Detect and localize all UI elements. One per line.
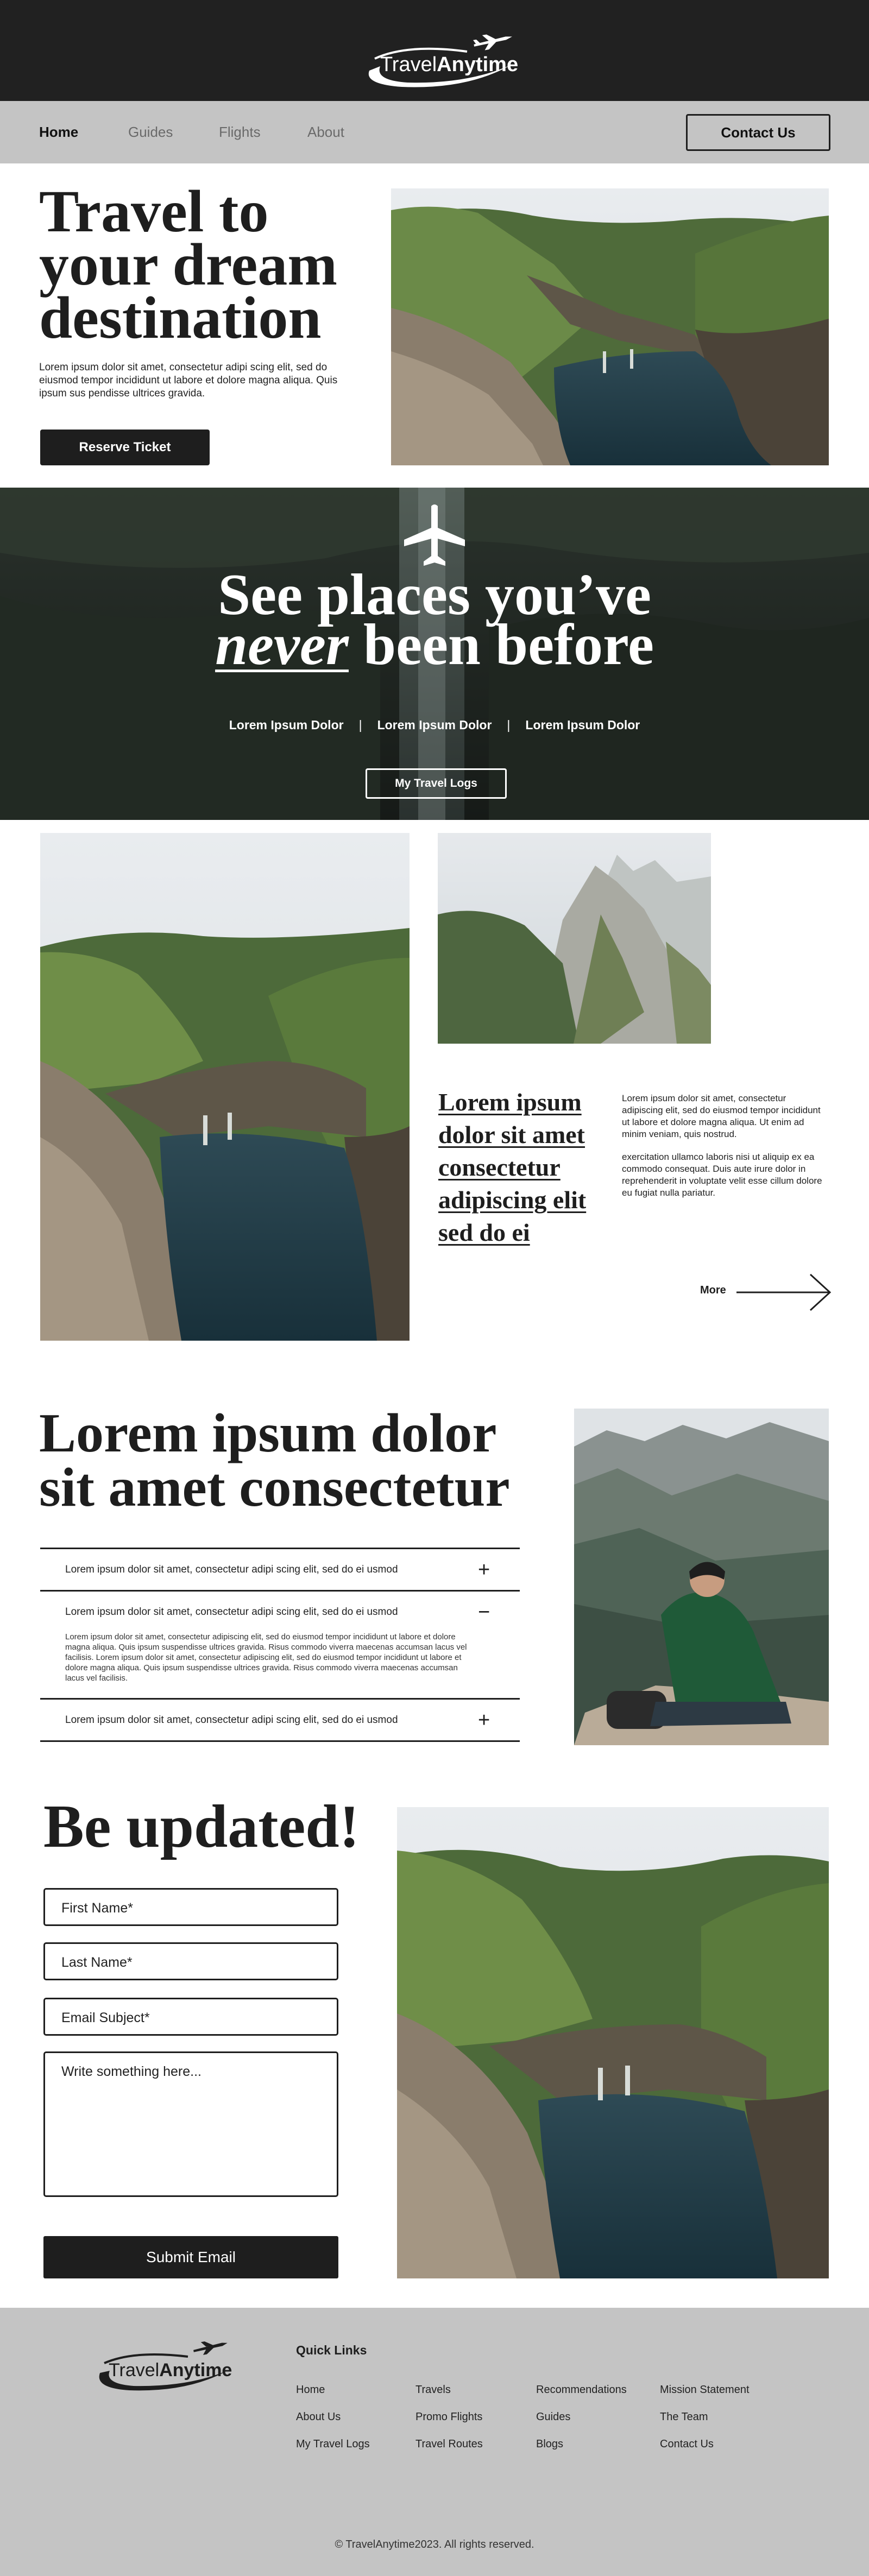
footer-link[interactable]: About Us bbox=[296, 2411, 341, 2423]
my-travel-logs-button[interactable]: My Travel Logs bbox=[366, 768, 507, 799]
airplane-icon bbox=[193, 2341, 228, 2355]
airplane-icon bbox=[404, 504, 465, 566]
footer-link[interactable]: Mission Statement bbox=[660, 2384, 750, 2396]
hero-title: Travel to your dream destination bbox=[39, 178, 337, 351]
faq-divider bbox=[40, 1590, 520, 1592]
hero-landscape-image bbox=[391, 188, 829, 465]
footer-link[interactable]: Home bbox=[296, 2384, 325, 2396]
form-canyon-image bbox=[397, 1807, 829, 2278]
more-link[interactable]: More bbox=[700, 1284, 726, 1297]
faq-question[interactable]: Lorem ipsum dolor sit amet, consectetur … bbox=[65, 1564, 398, 1576]
nav-home[interactable]: Home bbox=[39, 124, 78, 141]
minus-icon[interactable]: − bbox=[478, 1602, 490, 1622]
footer-link[interactable]: Recommendations bbox=[536, 2384, 627, 2396]
banner-link-3[interactable]: Lorem Ipsum Dolor bbox=[525, 718, 640, 732]
contact-us-button[interactable]: Contact Us bbox=[686, 114, 830, 151]
reserve-ticket-button[interactable]: Reserve Ticket bbox=[40, 430, 210, 465]
message-textarea[interactable]: Write something here... bbox=[43, 2051, 338, 2197]
banner-link-2[interactable]: Lorem Ipsum Dolor bbox=[377, 718, 492, 732]
submit-email-button[interactable]: Submit Email bbox=[43, 2236, 338, 2278]
faq-divider bbox=[40, 1698, 520, 1700]
footer-link[interactable]: Guides bbox=[536, 2411, 570, 2423]
banner-title: See places you’ve never been before bbox=[215, 563, 654, 677]
brand-name: TravelAnytime bbox=[109, 2360, 232, 2381]
plus-icon[interactable]: + bbox=[478, 1560, 490, 1580]
faq-question[interactable]: Lorem ipsum dolor sit amet, consectetur … bbox=[65, 1714, 398, 1726]
plus-icon[interactable]: + bbox=[478, 1710, 490, 1731]
faq-answer: Lorem ipsum dolor sit amet, consectetur … bbox=[65, 1632, 467, 1683]
top-header: TravelAnytime bbox=[0, 0, 869, 101]
quick-links-title: Quick Links bbox=[296, 2343, 367, 2357]
hero-description: Lorem ipsum dolor sit amet, consectetur … bbox=[39, 362, 338, 399]
airplane-icon bbox=[473, 34, 512, 50]
footer-brand-logo[interactable]: TravelAnytime bbox=[90, 2340, 232, 2395]
faq-divider bbox=[40, 1740, 520, 1742]
copyright-text: © TravelAnytime2023. All rights reserved… bbox=[335, 2539, 534, 2550]
feature-text: Lorem ipsum dolor sit amet, consectetur … bbox=[622, 1093, 822, 1198]
brand-logo[interactable]: TravelAnytime bbox=[358, 33, 519, 92]
banner-links: Lorem Ipsum Dolor | Lorem Ipsum Dolor | Lore… bbox=[229, 718, 640, 732]
email-subject-field[interactable]: Email Subject* bbox=[43, 1998, 338, 2036]
banner-title-emphasis: never bbox=[215, 613, 349, 677]
footer-link[interactable]: Travel Routes bbox=[415, 2438, 483, 2451]
footer-link[interactable]: Travels bbox=[415, 2384, 451, 2396]
faq-divider bbox=[40, 1548, 520, 1549]
main-nav: Home Guides Flights About Contact Us bbox=[0, 101, 869, 163]
nav-about[interactable]: About bbox=[307, 124, 344, 141]
faq-heading: Lorem ipsum dolor sit amet consectetur bbox=[39, 1403, 510, 1518]
footer-link[interactable]: Contact Us bbox=[660, 2438, 714, 2451]
faq-question[interactable]: Lorem ipsum dolor sit amet, consectetur … bbox=[65, 1606, 398, 1618]
footer-link[interactable]: The Team bbox=[660, 2411, 708, 2423]
nav-guides[interactable]: Guides bbox=[128, 124, 173, 141]
footer-link[interactable]: Promo Flights bbox=[415, 2411, 482, 2423]
footer-link[interactable]: Blogs bbox=[536, 2438, 563, 2451]
footer-link[interactable]: My Travel Logs bbox=[296, 2438, 370, 2451]
feature-heading: Lorem ipsum dolor sit amet consectetur a… bbox=[438, 1088, 587, 1246]
feature-canyon-image bbox=[40, 833, 410, 1341]
first-name-field[interactable]: First Name* bbox=[43, 1888, 338, 1926]
feature-mountain-image bbox=[438, 833, 711, 1044]
arrow-right-icon[interactable] bbox=[736, 1273, 832, 1311]
nav-flights[interactable]: Flights bbox=[219, 124, 261, 141]
form-heading: Be updated! bbox=[43, 1793, 360, 1860]
last-name-field[interactable]: Last Name* bbox=[43, 1942, 338, 1980]
hiker-image bbox=[574, 1409, 829, 1745]
brand-name: TravelAnytime bbox=[380, 53, 519, 76]
banner-link-1[interactable]: Lorem Ipsum Dolor bbox=[229, 718, 344, 732]
